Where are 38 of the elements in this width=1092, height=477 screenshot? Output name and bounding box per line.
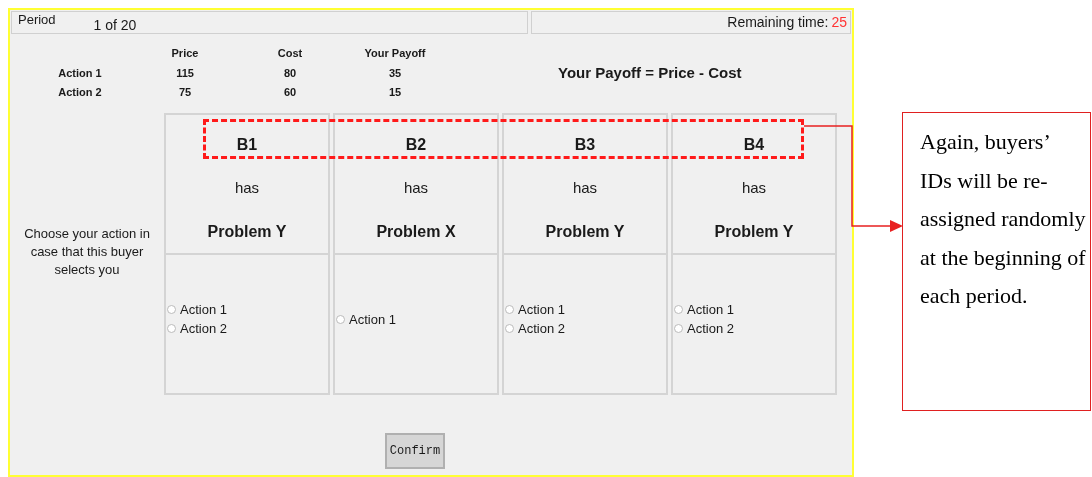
annotation-text: Again, buyers’ IDs will be re-assigned randomly at the beginning of each period.: [920, 128, 1086, 310]
period-value: 1 of 20: [93, 16, 137, 35]
table-cell-text: 80: [282, 65, 298, 81]
payoff-formula: Your Payoff = Price - Cost: [558, 62, 742, 83]
remaining-time-label: Remaining time:: [727, 13, 829, 32]
action-radio[interactable]: Action 1: [504, 300, 666, 319]
problem-label: Problem Y: [545, 221, 625, 242]
has-label: has: [572, 178, 598, 198]
problem-label: Problem Y: [714, 221, 794, 242]
problem-label: Problem X: [376, 221, 456, 242]
action-radio[interactable]: Action 2: [673, 319, 835, 338]
action-radio[interactable]: Action 1: [166, 300, 328, 319]
buyer-id: B1: [236, 135, 258, 155]
column-header: Price: [170, 46, 200, 62]
action-radio[interactable]: Action 2: [166, 319, 328, 338]
has-label: has: [741, 178, 767, 198]
has-label: has: [234, 178, 260, 198]
buyer-id: B2: [405, 135, 427, 155]
table-cell-text: 75: [177, 85, 193, 101]
buyer-id: B4: [743, 135, 765, 155]
column-header: Your Payoff: [363, 46, 427, 62]
has-label: has: [403, 178, 429, 198]
problem-label: Problem Y: [207, 221, 287, 242]
period-label: Period: [18, 11, 56, 29]
remaining-time-value: 25: [831, 13, 847, 32]
action-radio[interactable]: Action 2: [504, 319, 666, 338]
confirm-button[interactable]: Confirm: [385, 433, 445, 469]
table-cell-text: 15: [387, 85, 403, 101]
row-label: Action 1: [57, 65, 103, 81]
buyer-id: B3: [574, 135, 596, 155]
action-radio[interactable]: Action 1: [673, 300, 835, 319]
instruction-text: Choose your action in case that this buyer selects you: [23, 224, 151, 279]
action-radio[interactable]: Action 1: [335, 309, 497, 329]
table-cell-text: 60: [282, 85, 298, 101]
table-cell-text: 35: [387, 65, 403, 81]
table-cell-text: 115: [175, 65, 195, 81]
row-label: Action 2: [57, 85, 103, 101]
column-header: Cost: [276, 46, 304, 62]
